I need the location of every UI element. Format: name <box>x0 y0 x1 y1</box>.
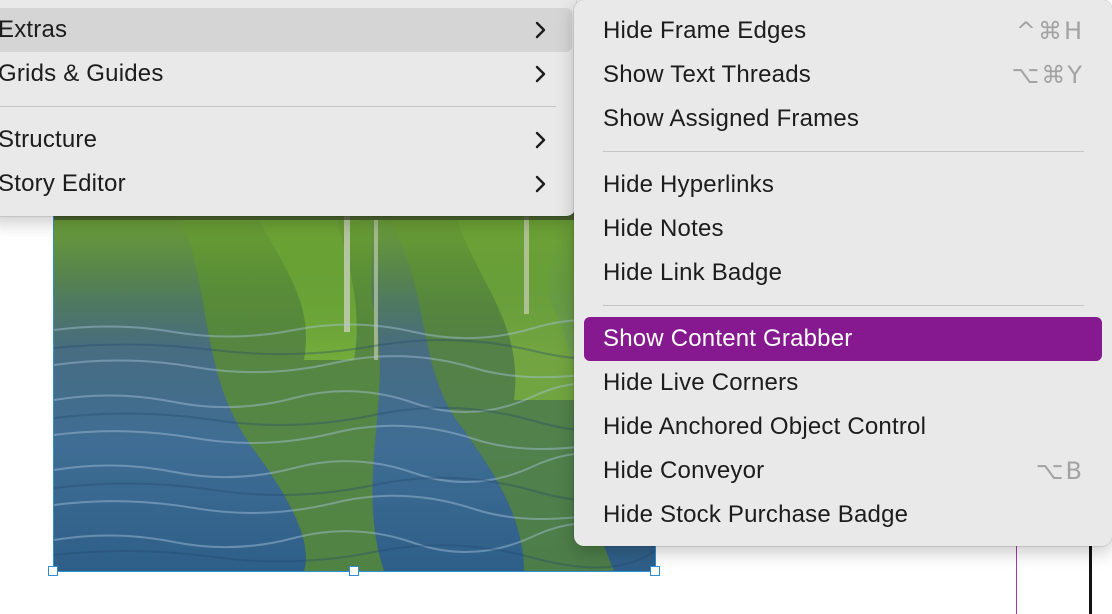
menu-item-label: Grids & Guides <box>0 60 164 87</box>
menu-item-hide-anchored-object-control[interactable]: Hide Anchored Object Control <box>584 405 1102 449</box>
menu-item-hide-hyperlinks[interactable]: Hide Hyperlinks <box>584 163 1102 207</box>
menu-separator <box>603 305 1084 306</box>
chevron-right-icon <box>532 65 550 83</box>
menu-item-label: Hide Frame Edges <box>603 17 807 44</box>
menu-item-label: Extras <box>0 16 68 43</box>
menu-separator <box>603 151 1084 152</box>
menu-item-hide-link-badge[interactable]: Hide Link Badge <box>584 251 1102 295</box>
menu-item-hide-conveyor[interactable]: Hide Conveyor ⌥B <box>584 449 1102 493</box>
menu-item-show-assigned-frames[interactable]: Show Assigned Frames <box>584 97 1102 141</box>
menu-item-label: Show Assigned Frames <box>603 105 860 132</box>
menu-item-label: Story Editor <box>0 170 126 197</box>
menu-item-label: Hide Stock Purchase Badge <box>603 501 909 528</box>
menu-separator <box>0 106 556 107</box>
resize-handle-bottom-right[interactable] <box>650 566 660 576</box>
menu-item-label: Hide Conveyor <box>603 457 765 484</box>
menu-item-hide-notes[interactable]: Hide Notes <box>584 207 1102 251</box>
menu-item-label: Hide Link Badge <box>603 259 783 286</box>
menu-item-label: Show Text Threads <box>603 61 811 88</box>
menu-item-extras[interactable]: Extras <box>0 8 572 52</box>
keyboard-shortcut: ⌥⌘Y <box>1011 61 1084 89</box>
keyboard-shortcut: ⌥B <box>1035 457 1084 485</box>
keyboard-shortcut: ^⌘H <box>1015 17 1084 45</box>
menu-item-story-editor[interactable]: Story Editor <box>0 162 572 206</box>
resize-handle-bottom-center[interactable] <box>349 566 359 576</box>
menu-item-hide-stock-purchase-badge[interactable]: Hide Stock Purchase Badge <box>584 493 1102 537</box>
extras-submenu: Hide Frame Edges ^⌘H Show Text Threads ⌥… <box>574 0 1112 546</box>
menu-item-label: Hide Anchored Object Control <box>603 413 927 440</box>
menu-item-label: Hide Live Corners <box>603 369 799 396</box>
menu-item-hide-live-corners[interactable]: Hide Live Corners <box>584 361 1102 405</box>
menu-item-hide-frame-edges[interactable]: Hide Frame Edges ^⌘H <box>584 9 1102 53</box>
page-edge <box>1089 540 1092 614</box>
view-menu-dropdown: Extras Grids & Guides Structure Story Ed… <box>0 0 576 216</box>
menu-item-label: Hide Hyperlinks <box>603 171 775 198</box>
chevron-right-icon <box>532 175 550 193</box>
margin-guide <box>1016 540 1017 614</box>
menu-item-grids-guides[interactable]: Grids & Guides <box>0 52 572 96</box>
chevron-right-icon <box>532 21 550 39</box>
chevron-right-icon <box>532 131 550 149</box>
menu-item-label: Show Content Grabber <box>603 325 853 352</box>
menu-item-show-content-grabber[interactable]: Show Content Grabber <box>584 317 1102 361</box>
resize-handle-bottom-left[interactable] <box>48 566 58 576</box>
menu-item-label: Structure <box>0 126 98 153</box>
menu-item-structure[interactable]: Structure <box>0 118 572 162</box>
menu-item-show-text-threads[interactable]: Show Text Threads ⌥⌘Y <box>584 53 1102 97</box>
menu-item-label: Hide Notes <box>603 215 724 242</box>
